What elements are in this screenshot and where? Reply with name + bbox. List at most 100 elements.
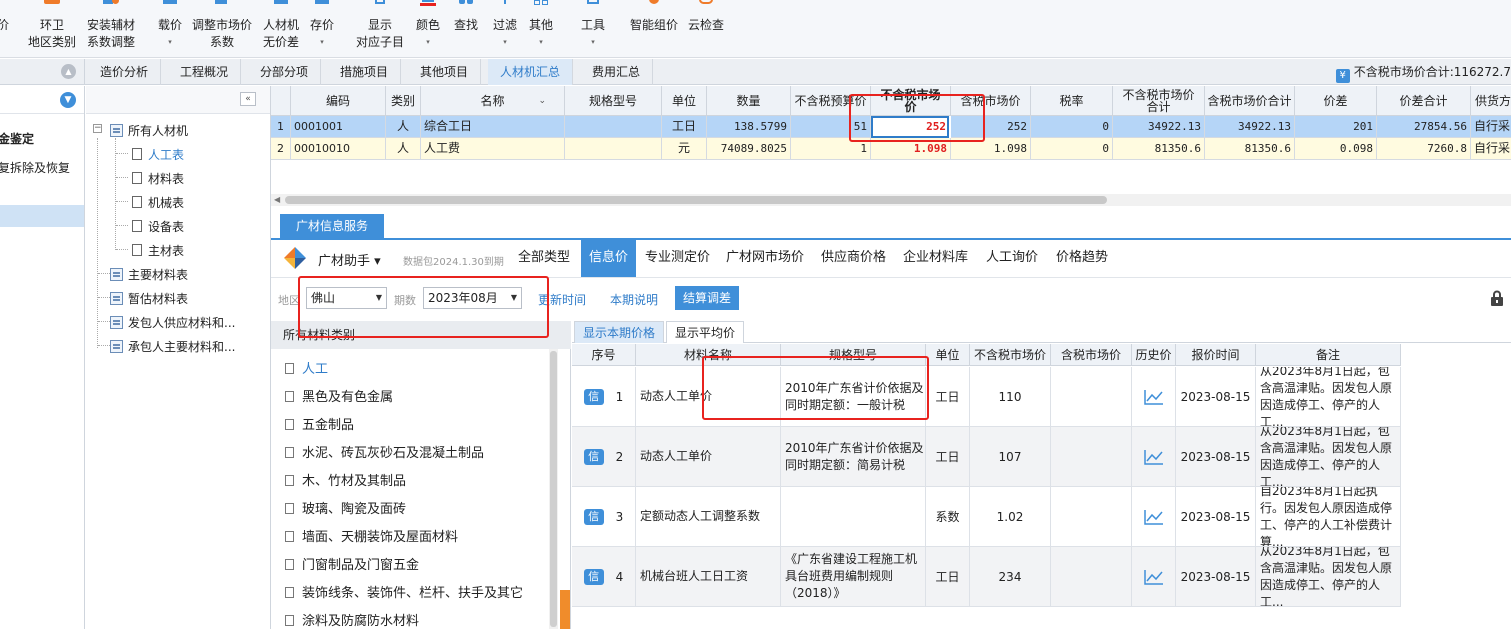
price-cell-history[interactable]: [1132, 487, 1176, 547]
tree-node-contractor-major[interactable]: 承包人主要材料和...: [110, 338, 235, 355]
scrollbar-thumb[interactable]: [285, 196, 1107, 204]
grid-cell-type[interactable]: 人: [386, 138, 421, 160]
grid-header-budget-price[interactable]: 不含税预算价: [791, 86, 871, 116]
subtab-price-trend[interactable]: 价格趋势: [1052, 239, 1112, 277]
price-cell-price[interactable]: 107: [970, 427, 1051, 487]
subtab-professional-price[interactable]: 专业测定价: [641, 239, 714, 277]
tab-average-price[interactable]: 显示平均价: [666, 321, 745, 343]
ribbon-btn-install-aux-coef[interactable]: 安装辅材 系数调整: [84, 0, 138, 58]
tab-fee-summary[interactable]: 费用汇总: [580, 59, 654, 85]
tab-cost-analysis[interactable]: 造价分析: [88, 59, 162, 85]
price-cell-spec[interactable]: 《广东省建设工程施工机具台班费用编制规则（2018）》: [781, 547, 926, 607]
grid-cell-unit[interactable]: 元: [662, 138, 707, 160]
update-time-link[interactable]: 更新时间: [538, 291, 586, 308]
price-cell-note[interactable]: 从2023年8月1日起，包含高温津贴。因发包人原因造成停工、停产的人工...: [1256, 427, 1401, 487]
price-cell-price-tax[interactable]: [1051, 367, 1132, 427]
ribbon-btn-load-price[interactable]: 载价 ▾: [155, 0, 185, 58]
grid-header-code[interactable]: 编码: [291, 86, 386, 116]
category-item[interactable]: 五金制品: [285, 414, 354, 433]
price-cell-unit[interactable]: 工日: [926, 427, 970, 487]
price-cell-price[interactable]: 234: [970, 547, 1051, 607]
category-item[interactable]: 人工: [285, 358, 328, 377]
tree-node-all[interactable]: 所有人材机: [110, 122, 188, 139]
grid-header-spec[interactable]: 规格型号: [565, 86, 662, 116]
assistant-dropdown[interactable]: 广材助手 ▾: [318, 250, 381, 269]
tree-node-major-materials[interactable]: 主要材料表: [110, 266, 188, 283]
ribbon-btn-filter[interactable]: 过滤 ▾: [490, 0, 520, 58]
grid-header-price-diff[interactable]: 价差: [1295, 86, 1377, 116]
grid-header-market-price-tax[interactable]: 含税市场价: [951, 86, 1031, 116]
trend-chart-icon[interactable]: [1143, 389, 1164, 405]
price-cell-name[interactable]: 动态人工单价: [636, 427, 781, 487]
grid-header-tax-rate[interactable]: 税率: [1031, 86, 1113, 116]
tree-collapse-toggle[interactable]: −: [93, 124, 102, 133]
price-cell-date[interactable]: 2023-08-15: [1176, 487, 1256, 547]
ribbon-btn-tools[interactable]: 工具 ▾: [578, 0, 608, 58]
category-vertical-scrollbar[interactable]: [549, 349, 558, 629]
grid-cell-qty[interactable]: 138.5799: [707, 116, 791, 138]
tree-node-material[interactable]: 材料表: [132, 170, 184, 187]
tab-current-price[interactable]: 显示本期价格: [574, 321, 665, 343]
collapse-left-icon[interactable]: «: [240, 92, 256, 106]
lock-icon[interactable]: [1490, 290, 1504, 306]
tab-project-overview[interactable]: 工程概况: [168, 59, 242, 85]
price-row[interactable]: 信 2: [572, 427, 636, 487]
category-item[interactable]: 装饰线条、装饰件、栏杆、扶手及其它: [285, 582, 523, 601]
far-left-item-appraisal[interactable]: 金鉴定: [0, 130, 34, 147]
subtab-supplier-price[interactable]: 供应商价格: [817, 239, 890, 277]
grid-header-market-tax-total[interactable]: 含税市场价合计: [1205, 86, 1295, 116]
grid-cell-diff-total[interactable]: 27854.56: [1377, 116, 1471, 138]
grid-cell-tax-rate[interactable]: 0: [1031, 116, 1113, 138]
chevron-down-icon[interactable]: ⌄: [538, 95, 546, 107]
tab-sub-items[interactable]: 分部分项: [248, 59, 322, 85]
grid-cell-unit[interactable]: 工日: [662, 116, 707, 138]
collapse-down-icon[interactable]: ▼: [60, 92, 76, 108]
grid-cell-code[interactable]: 00010010: [291, 138, 386, 160]
grid-header-name[interactable]: 名称 ⌄: [421, 86, 565, 116]
grid-cell-spec[interactable]: [565, 138, 662, 160]
grid-cell-name[interactable]: 人工费: [421, 138, 565, 160]
ribbon-btn-price-partial[interactable]: 价: [0, 0, 12, 58]
grid-cell-index[interactable]: 2: [271, 138, 291, 160]
grid-cell-market-price[interactable]: 252: [873, 117, 949, 137]
category-item[interactable]: 黑色及有色金属: [285, 386, 393, 405]
grid-cell-market-total[interactable]: 81350.6: [1113, 138, 1205, 160]
price-cell-price-tax[interactable]: [1051, 427, 1132, 487]
ribbon-btn-save-price[interactable]: 存价 ▾: [306, 0, 338, 58]
price-cell-unit[interactable]: 工日: [926, 547, 970, 607]
category-item[interactable]: 墙面、天棚装饰及屋面材料: [285, 526, 458, 545]
category-item[interactable]: 水泥、砖瓦灰砂石及混凝土制品: [285, 442, 484, 461]
price-cell-price-tax[interactable]: [1051, 487, 1132, 547]
grid-cell-market-tax-total[interactable]: 81350.6: [1205, 138, 1295, 160]
trend-chart-icon[interactable]: [1143, 509, 1164, 525]
region-select[interactable]: 佛山 ▼: [306, 287, 387, 309]
grid-cell-price-diff[interactable]: 0.098: [1295, 138, 1377, 160]
grid-header-supplier[interactable]: 供货方: [1471, 86, 1511, 116]
ribbon-btn-other[interactable]: 其他 ▾: [526, 0, 556, 58]
price-cell-history[interactable]: [1132, 427, 1176, 487]
price-cell-date[interactable]: 2023-08-15: [1176, 427, 1256, 487]
subtab-enterprise-library[interactable]: 企业材料库: [899, 239, 972, 277]
grid-header-market-total[interactable]: 不含税市场价合计: [1113, 86, 1205, 116]
tree-node-equipment[interactable]: 设备表: [132, 218, 184, 235]
subtab-market-price[interactable]: 广材网市场价: [722, 239, 808, 277]
grid-header-qty[interactable]: 数量: [707, 86, 791, 116]
subtab-all-types[interactable]: 全部类型: [514, 239, 574, 277]
price-cell-date[interactable]: 2023-08-15: [1176, 547, 1256, 607]
trend-chart-icon[interactable]: [1143, 449, 1164, 465]
trend-chart-icon[interactable]: [1143, 569, 1164, 585]
grid-cell-tax-rate[interactable]: 0: [1031, 138, 1113, 160]
period-note-link[interactable]: 本期说明: [610, 291, 658, 308]
settlement-adjust-button[interactable]: 结算调差: [675, 286, 739, 310]
ribbon-btn-sanitation-region[interactable]: 环卫 地区类别: [24, 0, 80, 58]
side-handle[interactable]: [560, 590, 570, 629]
price-row[interactable]: 信 4: [572, 547, 636, 607]
far-left-selected-row[interactable]: [0, 205, 84, 227]
subtab-labor-inquiry[interactable]: 人工询价: [982, 239, 1042, 277]
scrollbar-thumb[interactable]: [550, 351, 557, 627]
ribbon-btn-find[interactable]: 查找: [450, 0, 482, 58]
price-row[interactable]: 信 3: [572, 487, 636, 547]
price-cell-spec[interactable]: 2010年广东省计价依据及同时期定额：简易计税: [781, 427, 926, 487]
price-cell-note[interactable]: 从2023年8月1日起，包含高温津贴。因发包人原因造成停工、停产的人工...: [1256, 547, 1401, 607]
price-cell-date[interactable]: 2023-08-15: [1176, 367, 1256, 427]
